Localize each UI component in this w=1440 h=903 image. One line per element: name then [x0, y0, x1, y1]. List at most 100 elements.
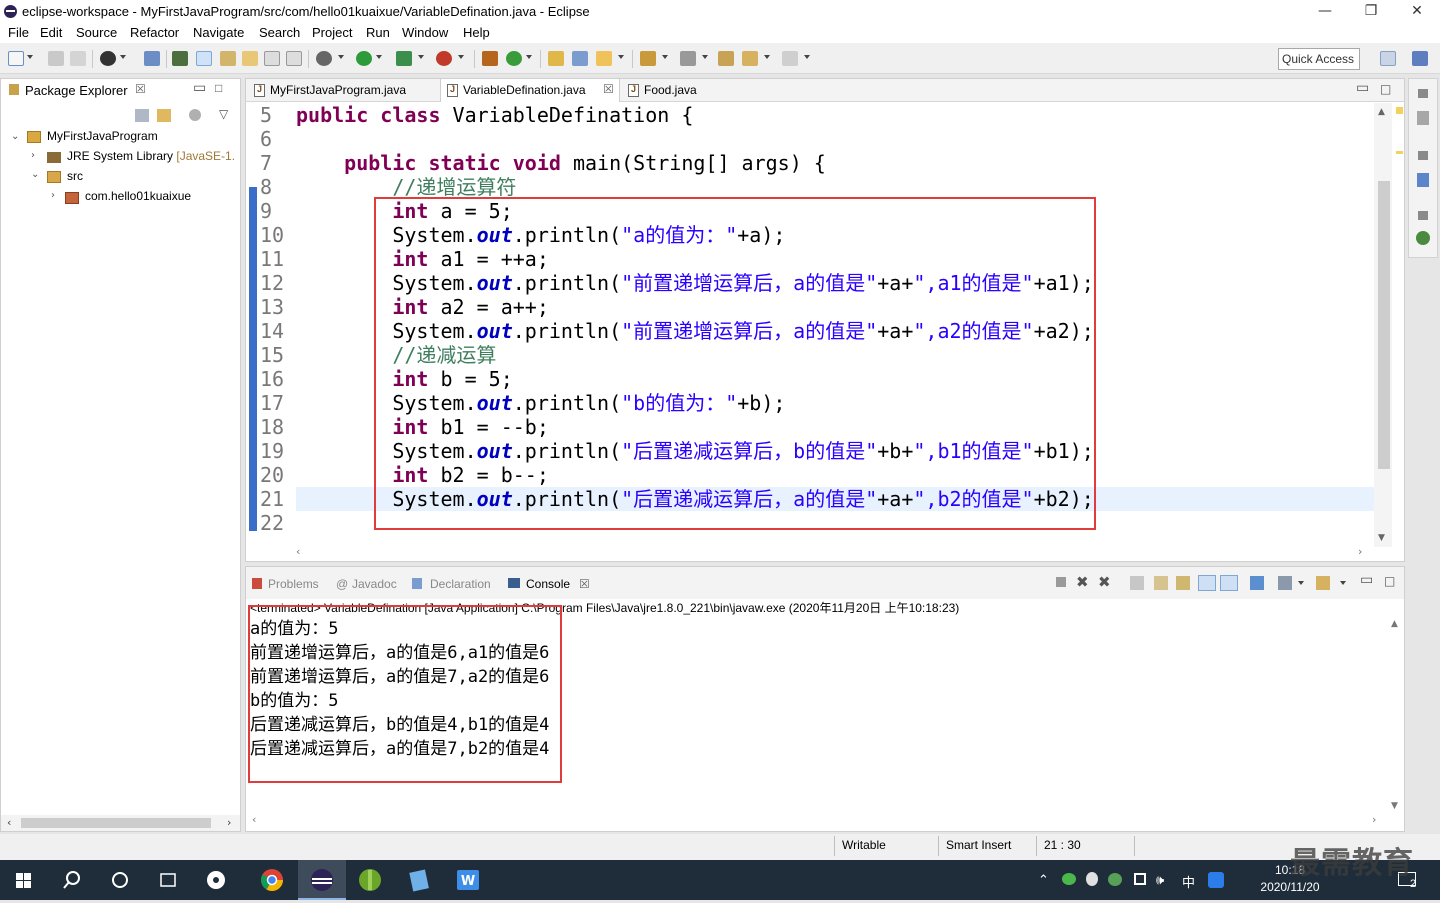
coverage-icon[interactable] — [396, 51, 412, 66]
taskbar-app-chrome[interactable] — [248, 860, 296, 900]
pen-dropdown-icon[interactable] — [618, 55, 624, 59]
ime-indicator[interactable]: 中 — [1182, 872, 1195, 891]
chevron-down-icon[interactable]: ⌄ — [11, 131, 19, 142]
cortana-button[interactable] — [96, 860, 144, 900]
new-java-class-icon[interactable] — [506, 51, 522, 66]
horizontal-scrollbar[interactable]: ‹ › — [1, 815, 240, 831]
code-line[interactable]: 6 — [260, 127, 1372, 151]
scrollbar-thumb[interactable] — [1378, 181, 1390, 469]
taskbar-app-green[interactable] — [346, 860, 394, 900]
taskbar-app-word[interactable]: W — [444, 860, 492, 900]
remove-launch-icon[interactable]: ✖ — [1076, 573, 1089, 591]
menu-file[interactable]: File — [8, 25, 29, 40]
prev-annotation-icon[interactable] — [680, 51, 696, 66]
minimize-console-icon[interactable]: ▭ — [1360, 572, 1373, 588]
menu-source[interactable]: Source — [76, 25, 117, 40]
new-dropdown-icon[interactable] — [27, 55, 33, 59]
scroll-right-icon[interactable]: › — [1358, 545, 1362, 558]
annotation-icon[interactable] — [242, 51, 258, 66]
menu-search[interactable]: Search — [259, 25, 300, 40]
debug-config-dropdown-icon[interactable] — [120, 55, 126, 59]
editor-horizontal-scrollbar[interactable]: ‹ › — [296, 545, 1368, 561]
welcome-icon[interactable] — [1416, 231, 1430, 245]
chevron-right-icon[interactable]: › — [51, 190, 55, 201]
taskbar-app-eclipse[interactable] — [298, 860, 346, 900]
collapse-all-icon[interactable] — [135, 109, 149, 122]
scroll-down-icon[interactable]: ▼ — [1391, 801, 1398, 811]
terminate-icon[interactable] — [1056, 577, 1066, 587]
package-explorer-title[interactable]: Package Explorer — [25, 83, 128, 98]
menu-help[interactable]: Help — [463, 25, 490, 40]
forward-icon[interactable] — [782, 51, 798, 66]
next-annotation-dropdown-icon[interactable] — [662, 55, 668, 59]
code-line[interactable]: 8 //递增运算符 — [260, 175, 1372, 199]
overview-marker[interactable] — [1396, 151, 1403, 154]
outline-icon[interactable] — [1417, 173, 1429, 187]
close-tab-icon[interactable]: ☒ — [603, 82, 614, 96]
back-dropdown-icon[interactable] — [764, 55, 770, 59]
search-button[interactable] — [48, 860, 96, 900]
maximize-button[interactable]: ❐ — [1348, 0, 1394, 23]
java-perspective-icon[interactable] — [1412, 51, 1428, 66]
toggle-mark-icon[interactable] — [196, 51, 212, 66]
network-app-icon[interactable] — [1108, 873, 1122, 886]
scroll-up-icon[interactable]: ▲ — [1378, 107, 1385, 117]
maximize-editor-icon[interactable]: □ — [1380, 82, 1391, 96]
debug-icon[interactable] — [316, 51, 332, 66]
chevron-down-icon[interactable]: ⌄ — [31, 169, 39, 180]
chevron-right-icon[interactable]: › — [31, 150, 35, 161]
external-tools-icon[interactable] — [436, 51, 452, 66]
remove-all-icon[interactable]: ✖ — [1098, 573, 1111, 591]
prev-annotation-dropdown-icon[interactable] — [702, 55, 708, 59]
view-menu-icon[interactable]: ▽ — [219, 107, 228, 121]
editor-vertical-scrollbar[interactable]: ▲ ▼ — [1374, 103, 1392, 547]
pen-icon[interactable] — [596, 51, 612, 66]
search-icon[interactable] — [220, 51, 236, 66]
restore-icon[interactable] — [1418, 151, 1428, 160]
coverage-dropdown-icon[interactable] — [418, 55, 424, 59]
pin-console-icon[interactable] — [1250, 576, 1264, 590]
external-tools-dropdown-icon[interactable] — [458, 55, 464, 59]
network-icon[interactable] — [1134, 873, 1146, 885]
wechat-icon[interactable] — [1062, 873, 1076, 885]
code-line[interactable]: 7 public static void main(String[] args)… — [260, 151, 1372, 175]
menu-navigate[interactable]: Navigate — [193, 25, 244, 40]
scrollbar-thumb[interactable] — [21, 818, 211, 828]
tree-item-src[interactable]: src — [67, 169, 83, 183]
run-icon[interactable] — [356, 51, 372, 66]
menu-edit[interactable]: Edit — [40, 25, 62, 40]
code-line[interactable]: 5 public class VariableDefination { — [260, 103, 1372, 127]
quick-access-input[interactable]: Quick Access — [1278, 48, 1360, 70]
scroll-lock-icon[interactable] — [1154, 576, 1168, 590]
new-icon[interactable] — [8, 51, 24, 66]
menu-window[interactable]: Window — [402, 25, 448, 40]
scroll-left-icon[interactable]: ‹ — [296, 545, 300, 558]
scroll-up-icon[interactable]: ▲ — [1391, 619, 1398, 629]
skip-breakpoints-icon[interactable] — [144, 51, 160, 66]
menu-refactor[interactable]: Refactor — [130, 25, 179, 40]
open-type-icon[interactable] — [172, 51, 188, 66]
scroll-right-icon[interactable]: › — [227, 816, 231, 829]
tree-item-package[interactable]: com.hello01kuaixue — [85, 189, 191, 203]
scroll-right-icon[interactable]: › — [1372, 813, 1376, 826]
restore-icon[interactable] — [1418, 89, 1428, 98]
show-on-stderr-icon[interactable] — [1220, 575, 1238, 591]
word-wrap-icon[interactable] — [1176, 576, 1190, 590]
scroll-left-icon[interactable]: ‹ — [252, 813, 256, 826]
forward-dropdown-icon[interactable] — [804, 55, 810, 59]
open-folder-icon[interactable] — [548, 51, 564, 66]
tab-console[interactable]: Console — [526, 577, 570, 591]
show-on-stdout-icon[interactable] — [1198, 575, 1216, 591]
save-icon[interactable] — [48, 51, 64, 66]
display-console-dropdown-icon[interactable] — [1298, 581, 1304, 585]
menu-run[interactable]: Run — [366, 25, 390, 40]
console-horizontal-scrollbar[interactable]: ‹ › — [252, 813, 1382, 829]
next-annotation-icon[interactable] — [640, 51, 656, 66]
last-edit-icon[interactable] — [718, 51, 734, 66]
tree-item-jre[interactable]: JRE System Library [JavaSE-1. — [67, 149, 235, 163]
tab-variabledefination[interactable]: VariableDefination.java ☒ — [440, 79, 620, 102]
tab-javadoc[interactable]: Javadoc — [352, 577, 397, 591]
tab-problems[interactable]: Problems — [268, 577, 319, 591]
scroll-left-icon[interactable]: ‹ — [7, 816, 11, 829]
back-icon[interactable] — [742, 51, 758, 66]
